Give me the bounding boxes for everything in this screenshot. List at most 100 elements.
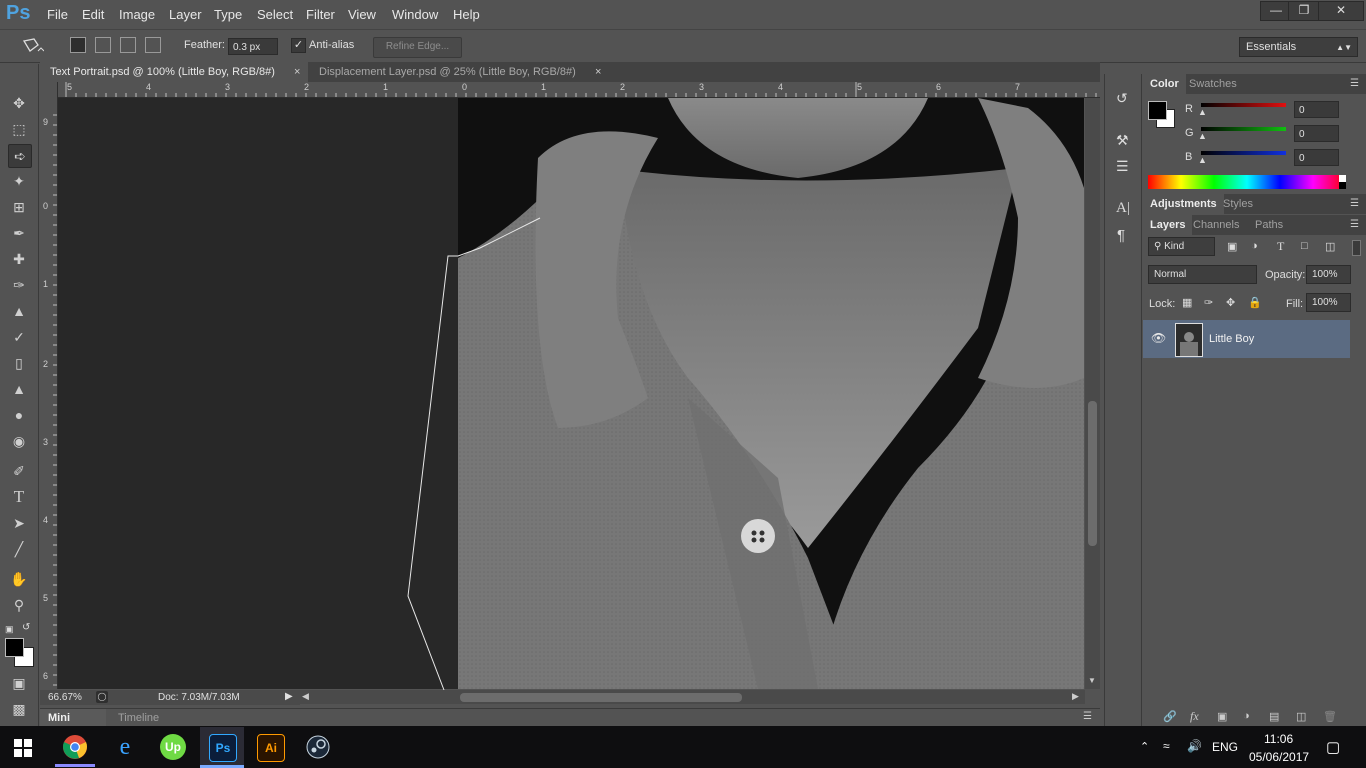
filter-type-icon[interactable]: T xyxy=(1277,239,1284,254)
antialias-checkbox[interactable]: ✓ xyxy=(291,38,306,53)
path-selection-tool-icon[interactable]: ➤ xyxy=(8,512,30,534)
chrome-icon[interactable] xyxy=(62,734,88,760)
horizontal-scroll-thumb[interactable] xyxy=(460,693,742,702)
menu-edit[interactable]: Edit xyxy=(82,7,104,22)
layer-row-little-boy[interactable]: 👁 Little Boy xyxy=(1143,320,1350,358)
volume-icon[interactable]: 🔊 xyxy=(1187,739,1202,753)
clone-stamp-tool-icon[interactable]: ▲ xyxy=(8,300,30,322)
language-indicator[interactable]: ENG xyxy=(1212,740,1238,754)
steam-icon[interactable] xyxy=(306,735,330,759)
vertical-scroll-thumb[interactable] xyxy=(1088,401,1097,546)
document-profile-icon[interactable]: ◯ xyxy=(96,691,108,703)
menu-select[interactable]: Select xyxy=(257,7,293,22)
feather-input[interactable]: 0.3 px xyxy=(228,38,278,55)
tab-swatches[interactable]: Swatches xyxy=(1182,74,1244,94)
color-fg-swatch[interactable] xyxy=(1148,101,1167,120)
menu-filter[interactable]: Filter xyxy=(306,7,335,22)
green-slider[interactable] xyxy=(1201,127,1286,131)
properties-icon[interactable]: ☰ xyxy=(1116,158,1129,175)
blue-slider[interactable] xyxy=(1201,151,1286,155)
workspace-select[interactable]: Essentials ▲▼ xyxy=(1239,37,1358,57)
green-value[interactable]: 0 xyxy=(1294,125,1339,142)
eye-visibility-icon[interactable]: 👁 xyxy=(1151,331,1166,345)
zoom-tool-icon[interactable]: ⚲ xyxy=(8,594,30,616)
red-value[interactable]: 0 xyxy=(1294,101,1339,118)
clock-date[interactable]: 05/06/2017 xyxy=(1249,750,1309,764)
opacity-input[interactable]: 100% xyxy=(1306,265,1351,284)
filter-adjustment-icon[interactable]: ◑ xyxy=(1251,240,1258,252)
tool-presets-icon[interactable]: ⚒ xyxy=(1116,132,1129,149)
color-spectrum[interactable] xyxy=(1148,175,1346,189)
add-to-selection-icon[interactable] xyxy=(95,37,111,53)
character-panel-icon[interactable]: A| xyxy=(1116,200,1130,217)
layer-style-icon[interactable]: fx xyxy=(1190,709,1199,724)
filter-shape-icon[interactable]: □ xyxy=(1301,240,1308,252)
paragraph-panel-icon[interactable]: ¶ xyxy=(1117,227,1125,244)
blur-tool-icon[interactable]: ● xyxy=(8,404,30,426)
close-tab-icon[interactable]: × xyxy=(595,62,601,82)
quick-mask-icon[interactable]: ▣ xyxy=(8,672,30,694)
eyedropper-tool-icon[interactable]: ✒ xyxy=(8,222,30,244)
tab-displacement-layer[interactable]: Displacement Layer.psd @ 25% (Little Boy… xyxy=(309,62,609,82)
intersect-selection-icon[interactable] xyxy=(145,37,161,53)
zoom-level[interactable]: 66.67% xyxy=(48,692,82,703)
filter-smart-object-icon[interactable]: ◫ xyxy=(1325,240,1335,253)
scroll-right-icon[interactable]: ▶ xyxy=(1072,691,1079,702)
horizontal-scrollbar[interactable]: ◀ ▶ xyxy=(300,690,1085,704)
menu-view[interactable]: View xyxy=(348,7,376,22)
lasso-tool-icon[interactable]: ➪ xyxy=(8,144,32,168)
new-selection-icon[interactable] xyxy=(70,37,86,53)
tab-text-portrait[interactable]: Text Portrait.psd @ 100% (Little Boy, RG… xyxy=(40,62,308,82)
tab-color[interactable]: Color xyxy=(1143,74,1186,94)
slider-handle-icon[interactable]: ▲ xyxy=(1198,155,1207,165)
clock-time[interactable]: 11:06 xyxy=(1264,732,1293,746)
spectrum-white-chip[interactable] xyxy=(1339,175,1346,182)
menu-layer[interactable]: Layer xyxy=(169,7,202,22)
history-panel-icon[interactable]: ↺ xyxy=(1116,90,1128,107)
crop-tool-icon[interactable]: ⊞ xyxy=(8,196,30,218)
refine-edge-button[interactable]: Refine Edge... xyxy=(373,37,462,58)
hand-tool-icon[interactable]: ✋ xyxy=(8,568,30,590)
line-tool-icon[interactable]: ╱ xyxy=(8,538,30,560)
marquee-tool-icon[interactable]: ⬚ xyxy=(8,118,30,140)
tab-styles[interactable]: Styles xyxy=(1216,194,1260,214)
action-center-icon[interactable]: ▢ xyxy=(1326,738,1340,756)
menu-window[interactable]: Window xyxy=(392,7,438,22)
restore-icon[interactable]: ❐ xyxy=(1288,1,1320,21)
tab-adjustments[interactable]: Adjustments xyxy=(1143,194,1224,214)
blue-value[interactable]: 0 xyxy=(1294,149,1339,166)
menu-image[interactable]: Image xyxy=(119,7,155,22)
tab-mini-bridge[interactable]: Mini Bridge xyxy=(40,709,106,742)
swap-colors-icon[interactable]: ↺ xyxy=(22,622,30,633)
filter-toggle[interactable] xyxy=(1352,240,1361,256)
subtract-from-selection-icon[interactable] xyxy=(120,37,136,53)
lock-image-icon[interactable]: ✑ xyxy=(1204,296,1213,309)
slider-handle-icon[interactable]: ▲ xyxy=(1198,107,1207,117)
menu-file[interactable]: File xyxy=(47,7,68,22)
panel-menu-icon[interactable]: ☰ xyxy=(1350,78,1359,89)
photoshop-icon[interactable]: Ps xyxy=(209,734,237,762)
type-tool-icon[interactable]: T xyxy=(8,486,30,508)
menu-type[interactable]: Type xyxy=(214,7,242,22)
foreground-color-swatch[interactable] xyxy=(5,638,24,657)
tab-channels[interactable]: Channels xyxy=(1186,215,1246,235)
status-menu-arrow-icon[interactable]: ▶ xyxy=(285,691,293,702)
wifi-icon[interactable]: ≈ xyxy=(1163,739,1170,753)
panel-menu-icon[interactable]: ☰ xyxy=(1350,198,1359,209)
lock-position-icon[interactable]: ✥ xyxy=(1226,296,1235,309)
pen-tool-icon[interactable]: ✐ xyxy=(8,460,30,482)
history-brush-tool-icon[interactable]: ✓ xyxy=(8,326,30,348)
filter-pixel-icon[interactable]: ▣ xyxy=(1227,240,1237,253)
paint-bucket-tool-icon[interactable]: ▲ xyxy=(8,378,30,400)
scroll-left-icon[interactable]: ◀ xyxy=(302,691,309,702)
polygonal-lasso-preset-icon[interactable] xyxy=(22,37,44,55)
vertical-scrollbar[interactable]: ▼ xyxy=(1085,98,1100,689)
ruler-origin[interactable] xyxy=(40,82,58,98)
illustrator-icon[interactable]: Ai xyxy=(257,734,285,762)
menu-help[interactable]: Help xyxy=(453,7,480,22)
scroll-down-icon[interactable]: ▼ xyxy=(1088,676,1096,685)
magic-wand-tool-icon[interactable]: ✦ xyxy=(8,170,30,192)
link-layers-icon[interactable]: 🔗 xyxy=(1163,710,1177,723)
fill-input[interactable]: 100% xyxy=(1306,293,1351,312)
slider-handle-icon[interactable]: ▲ xyxy=(1198,131,1207,141)
